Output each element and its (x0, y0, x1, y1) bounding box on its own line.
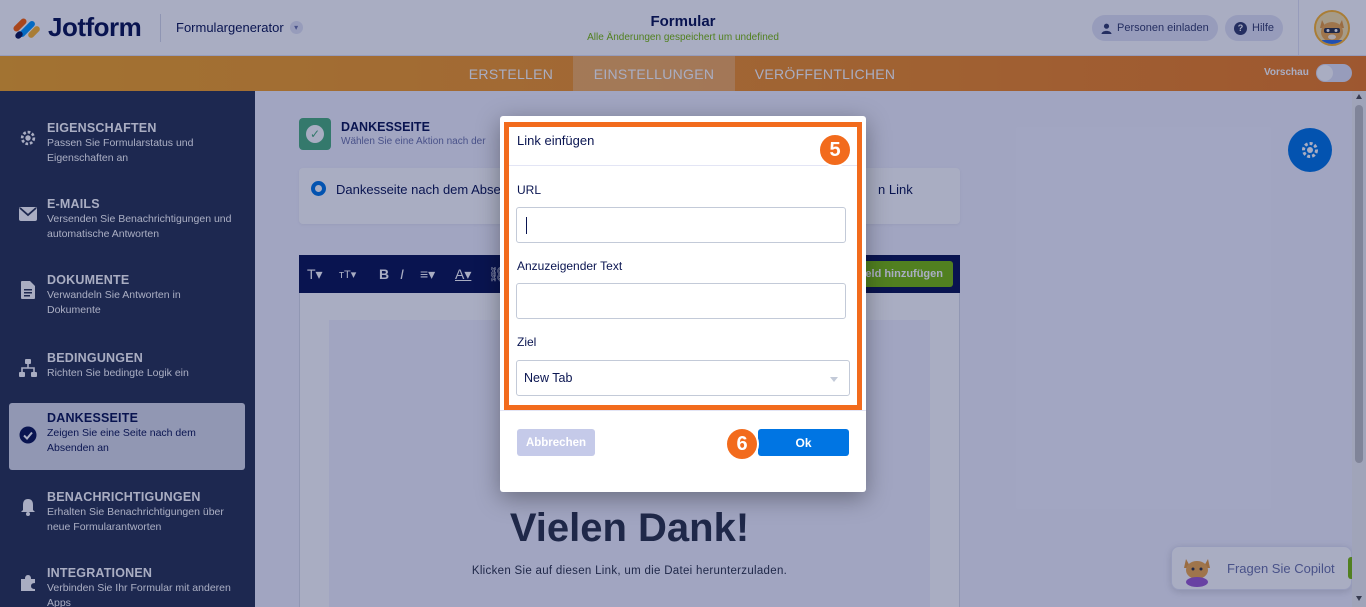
step-highlight-box (504, 122, 862, 410)
cancel-button[interactable]: Abbrechen (517, 429, 595, 456)
ok-button[interactable]: Ok (758, 429, 849, 456)
dialog-footer-divider (500, 410, 866, 411)
step-5-badge: 5 (818, 133, 852, 167)
step-6-badge: 6 (725, 427, 759, 461)
